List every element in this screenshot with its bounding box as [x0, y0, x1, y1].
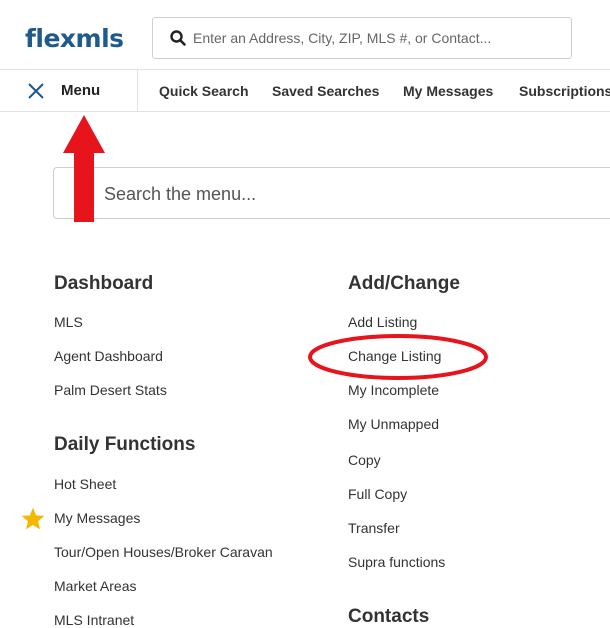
menu-label: Menu — [61, 82, 101, 99]
favorite-star-icon[interactable] — [20, 506, 46, 532]
menu-item-agent-dashboard[interactable]: Agent Dashboard — [54, 348, 163, 364]
close-icon — [28, 83, 44, 99]
menu-item-add-listing[interactable]: Add Listing — [348, 314, 417, 330]
global-search-box[interactable] — [152, 17, 572, 59]
nav-quick-search[interactable]: Quick Search — [159, 83, 249, 99]
nav-bar: Menu Quick Search Saved Searches My Mess… — [0, 70, 610, 112]
menu-item-transfer[interactable]: Transfer — [348, 520, 400, 536]
menu-search-box[interactable] — [53, 167, 610, 219]
flexmls-logo[interactable]: flexmls — [25, 24, 124, 53]
menu-item-hot-sheet[interactable]: Hot Sheet — [54, 476, 116, 492]
global-search-input[interactable] — [193, 26, 563, 50]
section-title-daily-functions: Daily Functions — [54, 434, 196, 455]
menu-item-full-copy[interactable]: Full Copy — [348, 486, 407, 502]
menu-item-copy[interactable]: Copy — [348, 452, 381, 468]
top-bar: flexmls — [0, 0, 610, 70]
menu-item-palm-desert-stats[interactable]: Palm Desert Stats — [54, 382, 167, 398]
menu-item-supra-functions[interactable]: Supra functions — [348, 554, 445, 570]
menu-item-my-incomplete[interactable]: My Incomplete — [348, 382, 439, 398]
menu-item-my-unmapped[interactable]: My Unmapped — [348, 416, 439, 432]
section-title-add-change: Add/Change — [348, 273, 460, 294]
nav-my-messages[interactable]: My Messages — [403, 83, 493, 99]
menu-item-tour-open-houses[interactable]: Tour/Open Houses/Broker Caravan — [54, 544, 273, 560]
section-title-contacts: Contacts — [348, 606, 430, 627]
menu-toggle-button[interactable]: Menu — [0, 70, 138, 112]
menu-item-my-messages[interactable]: My Messages — [54, 510, 140, 526]
menu-item-mls[interactable]: MLS — [54, 314, 83, 330]
menu-item-market-areas[interactable]: Market Areas — [54, 578, 136, 594]
menu-item-mls-intranet[interactable]: MLS Intranet — [54, 612, 134, 628]
menu-item-change-listing[interactable]: Change Listing — [348, 348, 441, 364]
nav-saved-searches[interactable]: Saved Searches — [272, 83, 379, 99]
menu-search-input[interactable] — [104, 181, 504, 207]
search-icon — [170, 30, 186, 46]
nav-subscriptions[interactable]: Subscriptions — [519, 83, 610, 99]
section-title-dashboard: Dashboard — [54, 273, 154, 294]
